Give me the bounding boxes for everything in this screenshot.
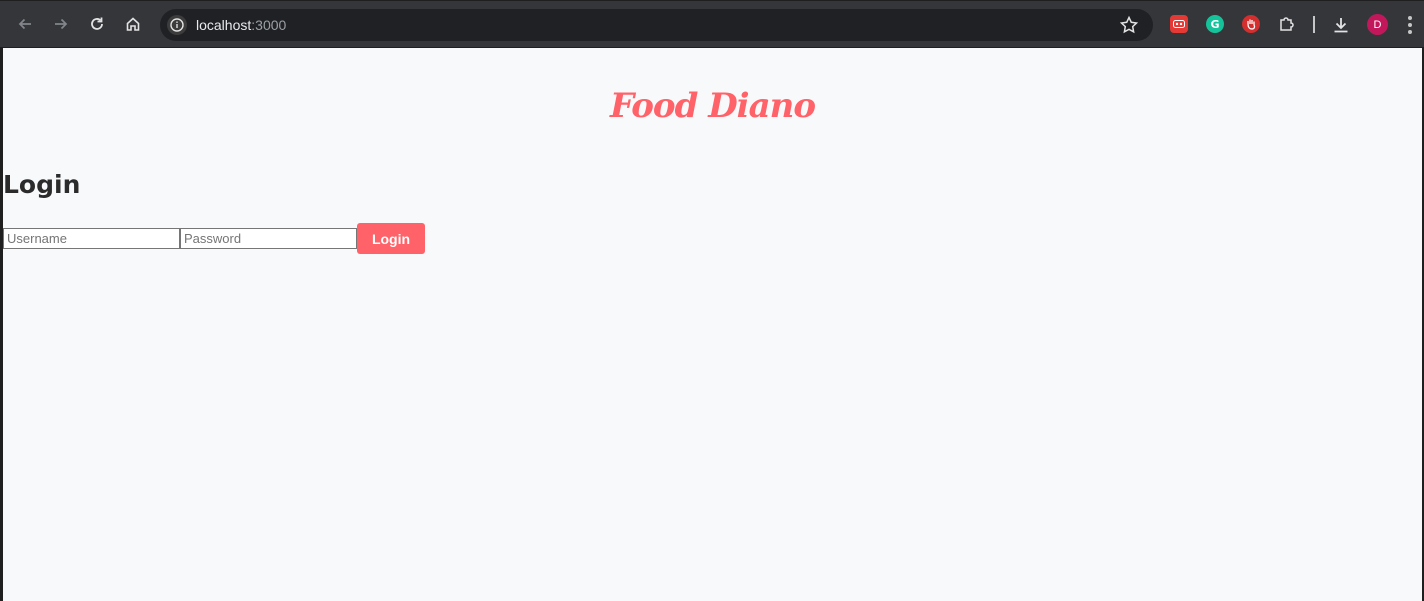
extension-red-icon[interactable] bbox=[1170, 15, 1188, 33]
login-form: Login bbox=[3, 223, 425, 254]
url-port: :3000 bbox=[251, 17, 287, 33]
toolbar-divider bbox=[1313, 16, 1315, 33]
browser-toolbar: localhost:3000 G D bbox=[0, 0, 1424, 47]
brand-logo: Food Diano bbox=[609, 86, 816, 126]
login-button[interactable]: Login bbox=[357, 223, 425, 254]
url-host: localhost bbox=[196, 17, 252, 33]
stop-hand-icon[interactable] bbox=[1242, 15, 1260, 33]
puzzle-icon[interactable] bbox=[1278, 15, 1296, 33]
page-title: Login bbox=[3, 170, 81, 199]
password-input[interactable] bbox=[180, 228, 357, 249]
forward-icon[interactable] bbox=[48, 11, 74, 37]
url-text: localhost:3000 bbox=[196, 17, 286, 33]
page-content: Food Diano Login Login bbox=[3, 48, 1422, 601]
menu-icon[interactable] bbox=[1402, 14, 1418, 36]
back-icon[interactable] bbox=[12, 11, 38, 37]
username-input[interactable] bbox=[3, 228, 180, 249]
profile-avatar[interactable]: D bbox=[1367, 14, 1388, 35]
grammarly-icon[interactable]: G bbox=[1206, 15, 1224, 33]
home-icon[interactable] bbox=[120, 11, 146, 37]
info-icon[interactable] bbox=[167, 15, 187, 35]
star-icon[interactable] bbox=[1119, 15, 1139, 35]
address-bar[interactable]: localhost:3000 bbox=[160, 9, 1153, 41]
reload-icon[interactable] bbox=[84, 11, 110, 37]
download-icon[interactable] bbox=[1331, 15, 1351, 35]
